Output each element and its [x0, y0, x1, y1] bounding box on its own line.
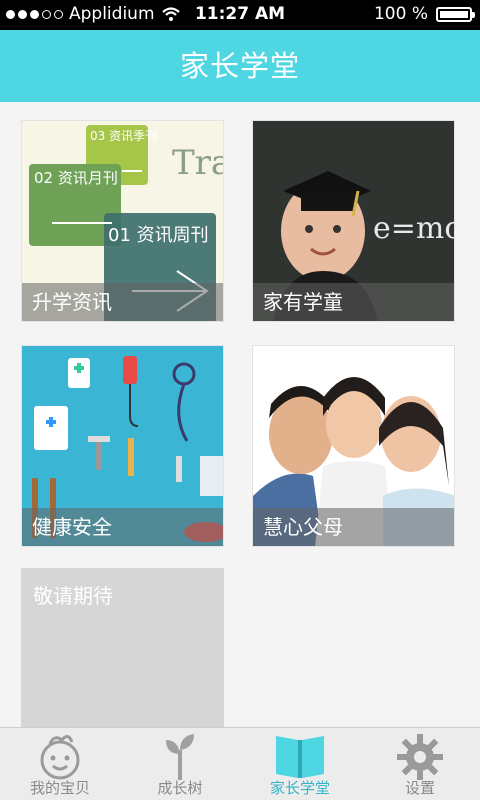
tab-label: 成长树: [157, 779, 203, 797]
newsletter-monthly-label: 02 资讯月刊: [34, 169, 118, 187]
tile-caption: 慧心父母: [253, 508, 454, 546]
tile-caption: 家有学童: [253, 283, 454, 321]
tab-label: 设置: [404, 779, 435, 797]
gear-icon: [397, 734, 443, 780]
chalkboard-formula: e=mc: [373, 211, 455, 246]
tab-settings[interactable]: 设置: [360, 728, 480, 800]
newsletter-quarterly-label: 03 资讯季刊: [90, 129, 158, 143]
newsletter-trade-label: Trade: [172, 143, 223, 183]
tab-growth-tree[interactable]: 成长树: [120, 728, 240, 800]
tile-wise-parents[interactable]: 慧心父母: [252, 345, 455, 547]
baby-face-icon: [40, 735, 80, 780]
book-icon: [276, 736, 324, 778]
coming-soon-label: 敬请期待: [33, 584, 113, 608]
tile-health-safety[interactable]: 健康安全: [21, 345, 224, 547]
tile-coming-soon[interactable]: 敬请期待: [21, 568, 224, 738]
tab-label: 我的宝贝: [29, 779, 90, 797]
tile-admission-news[interactable]: 03 资讯季刊 02 资讯月刊 01 资讯周刊 Trade 升学资讯: [21, 120, 224, 322]
tab-my-baby[interactable]: 我的宝贝: [0, 728, 120, 800]
tab-bar: 我的宝贝 成长树 家长学堂 设置: [0, 727, 480, 800]
tile-caption: 升学资讯: [22, 283, 223, 321]
tile-school-kids[interactable]: e=mc 家有学童: [252, 120, 455, 322]
tile-caption: 健康安全: [22, 508, 223, 546]
tab-label: 家长学堂: [269, 779, 330, 797]
sprout-icon: [166, 734, 194, 780]
status-bar: Applidium 11:27 AM 100 %: [0, 0, 480, 30]
battery-icon: [436, 6, 475, 22]
newsletter-weekly-label: 01 资讯周刊: [108, 225, 209, 246]
status-right: 100 %: [373, 4, 475, 24]
page-title: 家长学堂: [0, 30, 480, 102]
battery-percent: 100 %: [373, 4, 428, 24]
tab-parent-school[interactable]: 家长学堂: [240, 728, 360, 800]
